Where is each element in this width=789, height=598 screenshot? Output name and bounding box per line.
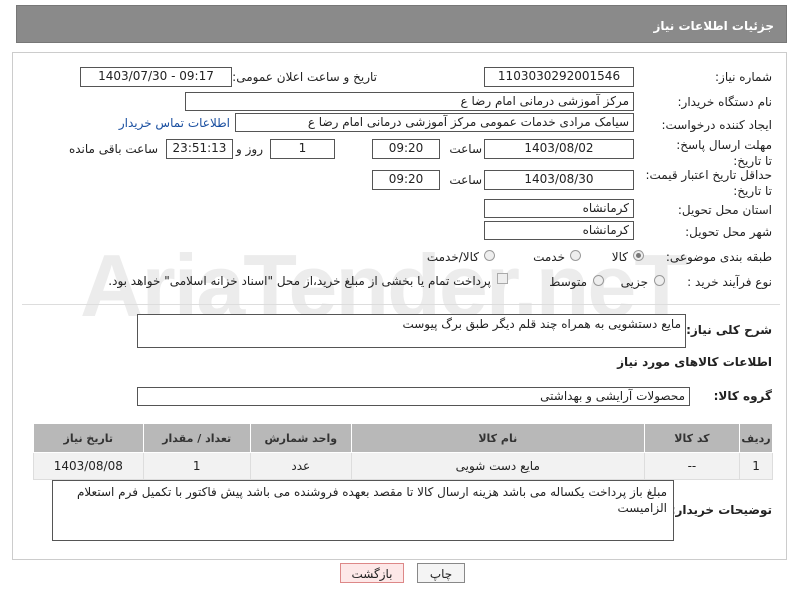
page-title: جزئیات اطلاعات نیاز — [653, 19, 774, 33]
reply-deadline-label: مهلت ارسال پاسخ: تا تاریخ: — [676, 138, 772, 168]
treasury-payment-note: پرداخت تمام یا بخشی از مبلغ خرید،از محل … — [108, 274, 491, 288]
cell-row-num: 1 — [739, 452, 773, 480]
col-header-name: نام کالا — [350, 423, 645, 453]
description-label: شرح کلی نیاز: — [686, 323, 772, 337]
goods-table: ردیف کد کالا نام کالا واحد شمارش تعداد /… — [33, 423, 773, 480]
col-header-quantity: تعداد / مقدار — [142, 423, 251, 453]
price-time-label: ساعت — [449, 173, 482, 187]
price-date-field: 1403/08/30 — [484, 170, 634, 190]
price-validity-label: حداقل تاریخ اعتبار قیمت: تا تاریخ: — [645, 168, 772, 198]
creator-label: ایجاد کننده درخواست: — [661, 118, 772, 132]
category-option-service: خدمت — [533, 250, 565, 264]
province-label: استان محل تحویل: — [677, 203, 772, 217]
process-radio-minor[interactable] — [654, 275, 665, 286]
category-option-goods: کالا — [611, 250, 628, 264]
page-title-bar: جزئیات اطلاعات نیاز — [16, 5, 787, 43]
reply-time-label: ساعت — [449, 142, 482, 156]
buyer-contact-link[interactable]: اطلاعات تماس خریدار — [119, 116, 230, 130]
remaining-time-field: 23:51:13 — [166, 139, 233, 159]
goods-section-title: اطلاعات کالاهای مورد نیاز — [617, 355, 772, 369]
days-field: 1 — [270, 139, 335, 159]
province-field: کرمانشاه — [484, 199, 634, 218]
col-header-code: کد کالا — [643, 423, 741, 453]
city-field: کرمانشاه — [484, 221, 634, 240]
announce-label: تاریخ و ساعت اعلان عمومی: — [232, 70, 377, 84]
remaining-label: ساعت باقی مانده — [68, 142, 158, 156]
reply-time-field: 09:20 — [372, 139, 440, 159]
process-option-minor: جزیی — [620, 275, 648, 289]
buyer-notes-label: توضیحات خریدار: — [670, 503, 772, 517]
buyer-org-field: مرکز آموزشی درمانی امام رضا ع — [185, 92, 634, 111]
print-button[interactable]: چاپ — [417, 563, 465, 583]
buyer-notes-textarea: مبلغ باز پرداخت یکساله می باشد هزینه ارس… — [52, 480, 674, 541]
city-label: شهر محل تحویل: — [685, 225, 772, 239]
col-header-unit: واحد شمارش — [249, 423, 352, 453]
table-row: 1 -- مایع دست شویی عدد 1 1403/08/08 — [33, 452, 773, 480]
table-header-row: ردیف کد کالا نام کالا واحد شمارش تعداد /… — [33, 423, 773, 453]
process-option-medium: متوسط — [549, 275, 587, 289]
cell-name: مایع دست شویی — [350, 452, 645, 480]
category-radio-goods[interactable] — [633, 250, 644, 261]
creator-field: سیامک مرادی خدمات عمومی مرکز آموزشی درما… — [235, 113, 634, 132]
cell-unit: عدد — [249, 452, 352, 480]
cell-need-date: 1403/08/08 — [33, 452, 144, 480]
back-button[interactable]: بازگشت — [340, 563, 404, 583]
category-radio-service[interactable] — [570, 250, 581, 261]
goods-group-label: گروه کالا: — [713, 389, 772, 403]
col-header-row-num: ردیف — [739, 423, 773, 453]
treasury-payment-checkbox[interactable] — [497, 273, 508, 284]
need-number-field: 1103030292001546 — [484, 67, 634, 87]
buyer-org-label: نام دستگاه خریدار: — [677, 95, 773, 109]
col-header-need-date: تاریخ نیاز — [33, 423, 144, 453]
description-textarea: مایع دستشویی به همراه چند قلم دیگر طبق ب… — [137, 314, 686, 348]
cell-quantity: 1 — [142, 452, 251, 480]
announce-field: 1403/07/30 - 09:17 — [80, 67, 232, 87]
price-time-field: 09:20 — [372, 170, 440, 190]
category-radio-goods-service[interactable] — [484, 250, 495, 261]
need-number-label: شماره نیاز: — [715, 70, 772, 84]
cell-code: -- — [643, 452, 741, 480]
days-label: روز و — [236, 142, 263, 156]
process-radio-medium[interactable] — [593, 275, 604, 286]
process-label: نوع فرآیند خرید : — [687, 275, 772, 289]
category-option-goods-service: کالا/خدمت — [426, 250, 479, 264]
reply-date-field: 1403/08/02 — [484, 139, 634, 159]
category-label: طبقه بندی موضوعی: — [665, 250, 772, 264]
goods-group-field: محصولات آرایشی و بهداشتی — [137, 387, 690, 406]
section-divider — [22, 304, 780, 305]
